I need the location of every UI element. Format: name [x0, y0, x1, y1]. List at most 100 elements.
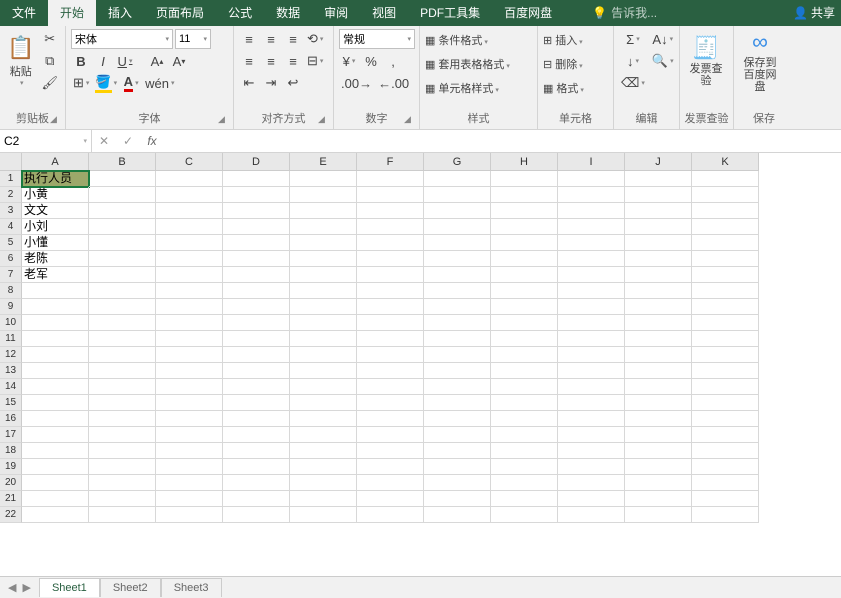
column-header[interactable]: D	[223, 153, 290, 171]
cell[interactable]	[89, 315, 156, 331]
cell[interactable]	[491, 235, 558, 251]
cell[interactable]	[625, 347, 692, 363]
cell[interactable]	[223, 507, 290, 523]
row-header[interactable]: 12	[0, 347, 22, 363]
cell[interactable]	[625, 411, 692, 427]
cell[interactable]	[89, 507, 156, 523]
cell[interactable]	[22, 347, 89, 363]
row-header[interactable]: 13	[0, 363, 22, 379]
cell[interactable]	[357, 267, 424, 283]
underline-button[interactable]: U	[115, 51, 135, 71]
cell[interactable]	[424, 491, 491, 507]
cell[interactable]	[22, 459, 89, 475]
cell[interactable]	[290, 267, 357, 283]
column-header[interactable]: G	[424, 153, 491, 171]
cell[interactable]	[290, 283, 357, 299]
cell[interactable]	[22, 299, 89, 315]
clear-button[interactable]: ⌫	[619, 73, 647, 93]
cell[interactable]	[558, 427, 625, 443]
cell[interactable]	[290, 459, 357, 475]
borders-button[interactable]: ⊞	[71, 73, 91, 93]
cell[interactable]	[290, 427, 357, 443]
cell[interactable]	[558, 475, 625, 491]
cell[interactable]	[357, 299, 424, 315]
tab-pdf[interactable]: PDF工具集	[408, 0, 492, 26]
tab-layout[interactable]: 页面布局	[144, 0, 216, 26]
cell[interactable]	[424, 427, 491, 443]
sort-filter-button[interactable]: A↓	[650, 29, 676, 49]
cell[interactable]	[89, 379, 156, 395]
cell[interactable]	[424, 379, 491, 395]
cell[interactable]	[290, 187, 357, 203]
cell[interactable]	[625, 171, 692, 187]
cell[interactable]	[22, 411, 89, 427]
cell[interactable]	[424, 299, 491, 315]
align-bottom-button[interactable]: ≡	[283, 29, 303, 49]
cell[interactable]	[692, 491, 759, 507]
cell[interactable]	[223, 427, 290, 443]
cell[interactable]	[89, 267, 156, 283]
cell[interactable]	[223, 395, 290, 411]
cell[interactable]: 小懂	[22, 235, 89, 251]
cell[interactable]	[558, 395, 625, 411]
cell[interactable]	[290, 363, 357, 379]
row-header[interactable]: 16	[0, 411, 22, 427]
column-header[interactable]: K	[692, 153, 759, 171]
cell[interactable]	[22, 475, 89, 491]
cell[interactable]	[424, 459, 491, 475]
cell[interactable]	[290, 443, 357, 459]
column-header[interactable]: B	[89, 153, 156, 171]
cell[interactable]	[424, 187, 491, 203]
cell[interactable]	[357, 363, 424, 379]
cell[interactable]	[558, 283, 625, 299]
cell[interactable]	[424, 475, 491, 491]
cell[interactable]	[357, 347, 424, 363]
column-header[interactable]: C	[156, 153, 223, 171]
cell[interactable]: 老军	[22, 267, 89, 283]
italic-button[interactable]: I	[93, 51, 113, 71]
font-color-button[interactable]: A	[121, 73, 141, 93]
row-header[interactable]: 9	[0, 299, 22, 315]
cell[interactable]	[22, 491, 89, 507]
cell[interactable]	[223, 283, 290, 299]
cell[interactable]	[223, 251, 290, 267]
cell[interactable]	[357, 331, 424, 347]
cell[interactable]	[156, 363, 223, 379]
cell[interactable]	[290, 171, 357, 187]
cell[interactable]	[156, 267, 223, 283]
cell[interactable]	[625, 491, 692, 507]
cell[interactable]	[156, 475, 223, 491]
cell[interactable]	[89, 283, 156, 299]
comma-button[interactable]: ,	[383, 51, 403, 71]
column-header[interactable]: E	[290, 153, 357, 171]
cell[interactable]	[625, 363, 692, 379]
cell[interactable]: 老陈	[22, 251, 89, 267]
cell[interactable]	[491, 427, 558, 443]
cell[interactable]	[290, 219, 357, 235]
cell[interactable]	[89, 219, 156, 235]
cell[interactable]	[89, 443, 156, 459]
cell[interactable]	[290, 299, 357, 315]
row-header[interactable]: 18	[0, 443, 22, 459]
insert-function-button[interactable]: fx	[140, 130, 164, 153]
cell[interactable]	[156, 187, 223, 203]
cell[interactable]	[223, 331, 290, 347]
font-launcher[interactable]: ◢	[218, 114, 230, 126]
cell[interactable]	[625, 427, 692, 443]
row-header[interactable]: 6	[0, 251, 22, 267]
sheet-tab[interactable]: Sheet1	[39, 578, 100, 597]
save-baidu-button[interactable]: ∞ 保存到百度网盘	[739, 29, 781, 93]
cell[interactable]	[558, 443, 625, 459]
cell[interactable]	[22, 379, 89, 395]
tab-insert[interactable]: 插入	[96, 0, 144, 26]
cell[interactable]	[692, 283, 759, 299]
formula-input[interactable]	[164, 131, 841, 151]
column-header[interactable]: J	[625, 153, 692, 171]
cell[interactable]	[692, 219, 759, 235]
row-header[interactable]: 2	[0, 187, 22, 203]
indent-inc-button[interactable]: ⇥	[261, 73, 281, 93]
row-header[interactable]: 3	[0, 203, 22, 219]
row-header[interactable]: 11	[0, 331, 22, 347]
column-header[interactable]: H	[491, 153, 558, 171]
format-painter-button[interactable]: 🖌	[39, 73, 60, 93]
